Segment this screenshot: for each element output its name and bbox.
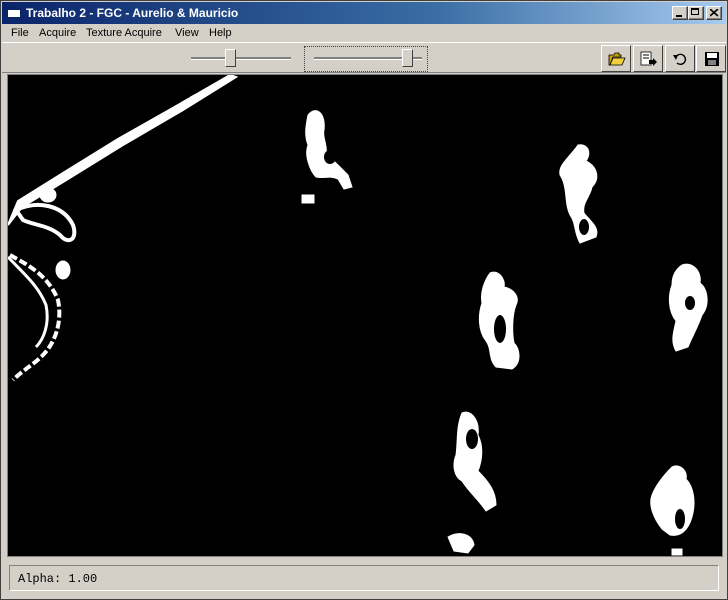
save-icon (705, 52, 719, 66)
open-button[interactable] (601, 45, 631, 72)
status-text: Alpha: 1.00 (18, 572, 98, 586)
menu-help[interactable]: Help (209, 26, 232, 40)
window-title: Trabalho 2 - FGC - Aurelio & Mauricio (26, 6, 239, 20)
save-button[interactable] (696, 45, 726, 72)
status-bar: Alpha: 1.00 (9, 565, 719, 591)
segmented-image (8, 75, 708, 556)
title-bar[interactable]: Trabalho 2 - FGC - Aurelio & Mauricio (2, 2, 726, 24)
menu-bar: File Acquire Texture Acquire View Help (2, 24, 726, 42)
minimize-button[interactable] (672, 6, 688, 20)
menu-file[interactable]: File (11, 26, 29, 40)
menu-acquire[interactable]: Acquire (39, 26, 76, 40)
slider-1-track[interactable] (191, 57, 291, 60)
close-icon (710, 9, 719, 17)
menu-texture-acquire[interactable]: Texture Acquire (86, 26, 162, 40)
export-icon (640, 51, 657, 66)
menu-view[interactable]: View (175, 26, 199, 40)
app-icon (7, 6, 21, 18)
slider-2-thumb[interactable] (402, 49, 413, 67)
export-button[interactable] (633, 45, 663, 72)
open-folder-icon (608, 52, 626, 66)
maximize-button[interactable] (688, 6, 704, 20)
app-window: Trabalho 2 - FGC - Aurelio & Mauricio Fi… (0, 0, 728, 600)
image-viewport[interactable] (7, 74, 723, 557)
slider-1-thumb[interactable] (225, 49, 236, 67)
close-button[interactable] (706, 6, 722, 20)
undo-icon (673, 53, 687, 66)
undo-button[interactable] (665, 45, 695, 72)
toolbar (2, 42, 726, 73)
